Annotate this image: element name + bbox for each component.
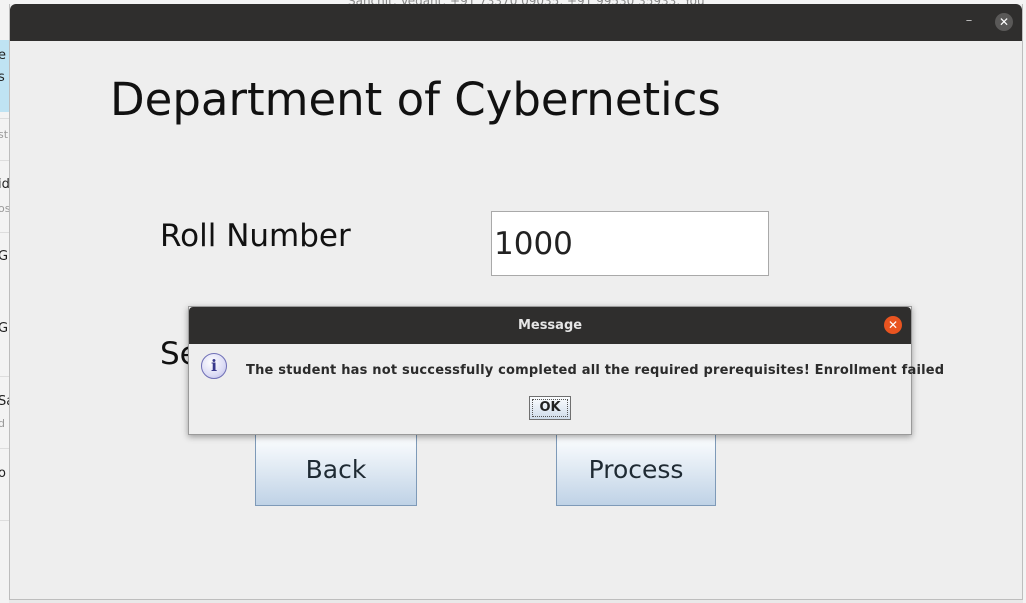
background-separator — [0, 160, 9, 161]
background-separator — [0, 232, 9, 233]
dialog-title: Message — [517, 318, 583, 333]
background-row: id — [0, 177, 9, 192]
background-separator — [0, 520, 9, 521]
background-separator — [0, 118, 9, 119]
main-window: – ✕ Department of Cybernetics Roll Numbe… — [9, 4, 1023, 600]
back-button[interactable]: Back — [255, 434, 417, 506]
roll-number-label: Roll Number — [160, 218, 351, 254]
process-button[interactable]: Process — [556, 434, 716, 506]
background-row: e — [0, 48, 6, 63]
window-titlebar[interactable]: – ✕ — [10, 4, 1022, 41]
background-row: G — [0, 321, 9, 336]
dialog-close-icon[interactable]: ✕ — [884, 316, 902, 334]
background-separator — [0, 448, 9, 449]
background-row: o — [0, 466, 6, 481]
info-icon: i — [201, 353, 227, 379]
window-close-icon[interactable]: ✕ — [995, 13, 1013, 31]
background-row: d — [0, 417, 5, 430]
background-row: st — [0, 128, 9, 141]
background-row: s — [0, 70, 5, 85]
background-app-sidebar: e s st id os G G Sa d o — [0, 0, 9, 603]
background-row: Sa — [0, 394, 9, 409]
background-row: G — [0, 249, 9, 264]
ok-button[interactable]: OK — [529, 396, 571, 420]
background-row: os — [0, 202, 9, 215]
roll-number-input[interactable]: 1000 — [491, 211, 769, 276]
minimize-icon[interactable]: – — [962, 13, 976, 29]
message-dialog: Message ✕ i The student has not successf… — [188, 306, 944, 435]
page-title: Department of Cybernetics — [110, 73, 721, 126]
dialog-message: The student has not successfully complet… — [246, 363, 945, 378]
dialog-titlebar[interactable]: Message ✕ — [189, 307, 911, 344]
background-separator — [0, 376, 9, 377]
